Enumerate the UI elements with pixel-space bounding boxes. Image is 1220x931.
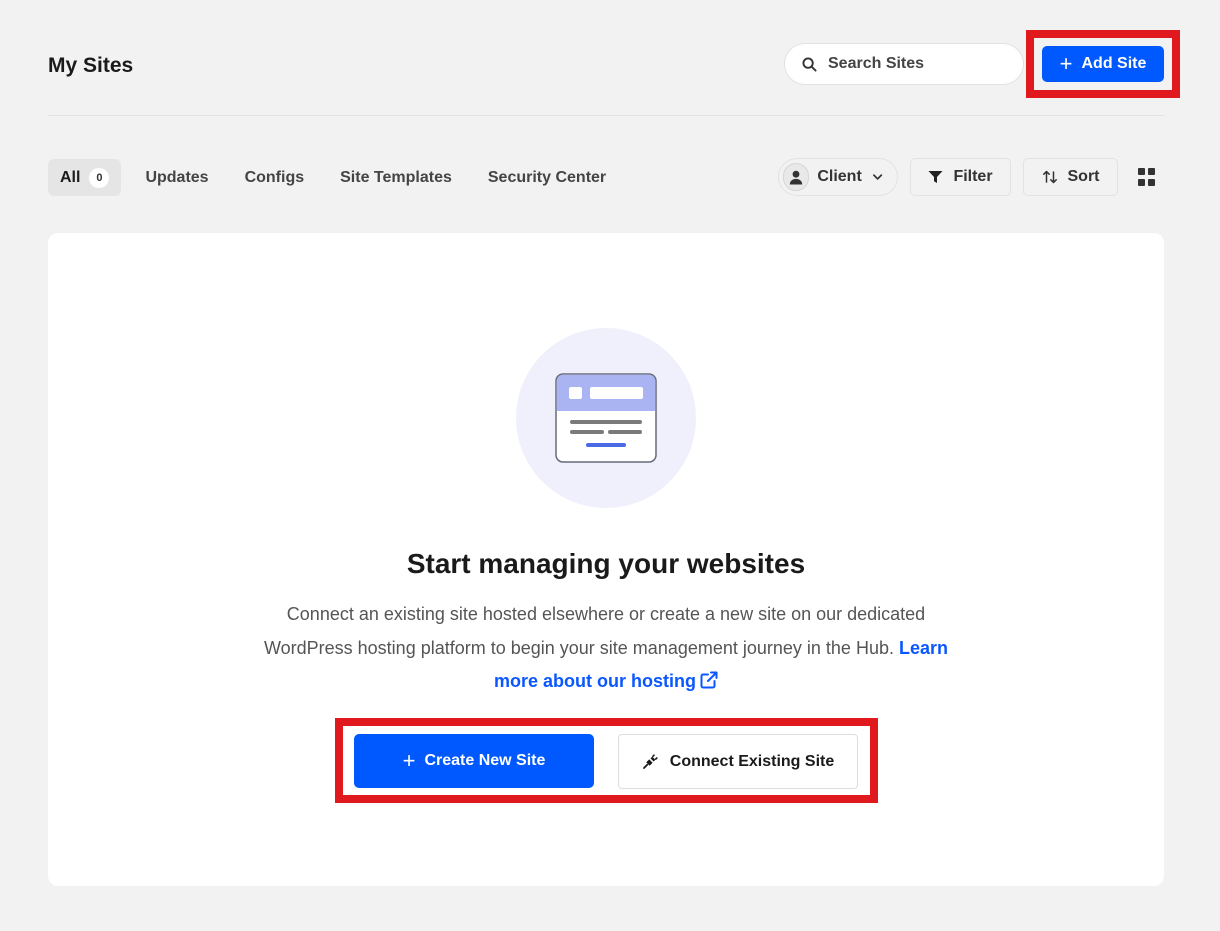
browser-window-icon [555,373,657,463]
tab-security-center[interactable]: Security Center [470,159,624,196]
tab-all-count-badge: 0 [89,167,110,188]
tab-updates[interactable]: Updates [127,159,226,196]
chevron-down-icon [872,174,882,180]
page-title: My Sites [48,54,134,77]
client-label: Client [817,168,862,185]
plus-icon: + [1059,51,1073,76]
sort-label: Sort [1067,168,1100,185]
tab-all[interactable]: All 0 [48,159,122,196]
filter-button[interactable]: Filter [910,158,1011,196]
header-divider [48,115,1164,116]
filter-label: Filter [953,168,993,185]
tab-all-label: All [60,168,81,186]
add-site-label: Add Site [1081,55,1147,72]
illustration-circle [516,328,696,508]
tab-configs[interactable]: Configs [227,159,323,196]
empty-state-title: Start managing your websites [406,548,806,579]
site-tabs: All 0 Updates Configs Site Templates Sec… [48,159,624,196]
sort-button[interactable]: Sort [1023,158,1118,196]
empty-state-text: Connect an existing site hosted elsewher… [263,604,926,658]
filter-icon [928,171,943,183]
search-icon [802,56,817,72]
user-icon [783,163,810,191]
search-input[interactable] [828,55,998,73]
add-site-button[interactable]: + Add Site [1042,46,1164,82]
tab-site-templates[interactable]: Site Templates [322,159,470,196]
highlight-box-actions [335,718,878,803]
external-link-icon [700,671,718,689]
list-controls: Client Filter Sort [778,158,1156,196]
grid-view-icon[interactable] [1138,168,1156,186]
sort-icon [1042,170,1057,184]
empty-state-description: Connect an existing site hosted elsewher… [248,598,964,699]
client-dropdown[interactable]: Client [778,158,898,196]
search-box[interactable] [784,43,1024,85]
